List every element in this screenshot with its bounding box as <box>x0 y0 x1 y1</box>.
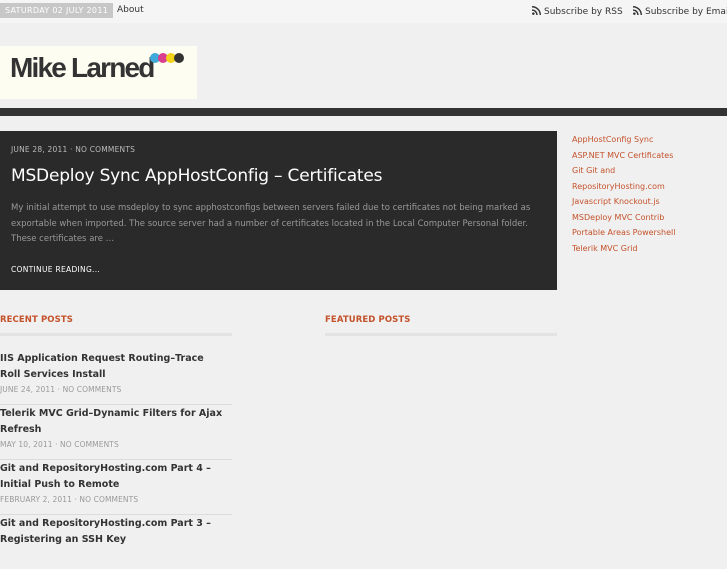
continue-reading-link[interactable]: CONTINUE READING... <box>11 265 100 274</box>
header-divider <box>0 108 727 116</box>
post-comments-link[interactable]: NO COMMENTS <box>75 145 135 154</box>
recent-post-title-link[interactable]: IIS Application Request Routing–Trace Ro… <box>0 351 225 382</box>
recent-post-meta: MAY 10, 2011 · NO COMMENTS <box>0 440 119 449</box>
featured-posts-heading: FEATURED POSTS <box>325 315 411 325</box>
recent-post-title-link[interactable]: Git and RepositoryHosting.com Part 3 – R… <box>0 516 225 547</box>
meta-separator: · <box>55 440 58 449</box>
tag-link[interactable]: Javascript Knockout.js <box>572 194 675 210</box>
recent-post-comments-link[interactable]: NO COMMENTS <box>60 440 119 449</box>
recent-post-meta: JUNE 24, 2011 · NO COMMENTS <box>0 385 121 394</box>
recent-post-title-link[interactable]: Telerik MVC Grid–Dynamic Filters for Aja… <box>0 406 225 437</box>
tag-link[interactable]: MSDeploy MVC Contrib <box>572 210 675 226</box>
post-excerpt: My initial attempt to use msdeploy to sy… <box>11 203 531 244</box>
tag-link[interactable]: Portable Areas Powershell <box>572 225 675 241</box>
recent-post-title-link[interactable]: Git and RepositoryHosting.com Part 4 – I… <box>0 461 225 492</box>
tag-link[interactable]: Telerik MVC Grid <box>572 241 675 257</box>
meta-separator: · <box>74 495 77 504</box>
subscribe-email-link[interactable]: Subscribe by Email <box>633 6 727 17</box>
recent-posts-list: IIS Application Request Routing–Trace Ro… <box>0 350 232 569</box>
logo-dots-icon <box>150 53 184 63</box>
list-item: Git and RepositoryHosting.com Part 3 – R… <box>0 515 232 569</box>
recent-post-comments-link[interactable]: NO COMMENTS <box>79 495 138 504</box>
recent-posts-rule <box>0 333 232 336</box>
subscribe-rss-link[interactable]: Subscribe by RSS <box>532 6 623 17</box>
subscribe-email-label: Subscribe by Email <box>645 7 727 17</box>
recent-post-comments-link[interactable]: NO COMMENTS <box>63 385 122 394</box>
list-item: IIS Application Request Routing–Trace Ro… <box>0 350 232 405</box>
featured-post-card: JUNE 28, 2011 · NO COMMENTS MSDeploy Syn… <box>0 131 557 290</box>
tag-link[interactable]: RepositoryHosting.com <box>572 179 675 195</box>
recent-post-date: MAY 10, 2011 <box>0 440 53 449</box>
post-title-link[interactable]: MSDeploy Sync AppHostConfig – Certificat… <box>11 166 382 186</box>
meta-separator: · <box>57 385 61 394</box>
recent-posts-heading: RECENT POSTS <box>0 315 73 325</box>
rss-icon <box>532 6 541 15</box>
post-date: JUNE 28, 2011 <box>11 145 68 154</box>
date-badge: SATURDAY 02 JULY 2011 <box>0 3 114 18</box>
meta-separator: · <box>70 145 73 154</box>
featured-posts-rule <box>325 333 557 336</box>
logo-text: Mike Larned <box>10 52 155 83</box>
site-logo[interactable]: Mike Larned <box>0 46 197 99</box>
recent-post-date: JUNE 24, 2011 <box>0 385 56 394</box>
post-meta: JUNE 28, 2011 · NO COMMENTS <box>11 145 135 154</box>
tag-link[interactable]: Git Git and <box>572 163 675 179</box>
rss-icon <box>633 6 642 15</box>
subscribe-rss-label: Subscribe by RSS <box>544 7 623 17</box>
recent-post-meta: FEBRUARY 2, 2011 · NO COMMENTS <box>0 495 138 504</box>
tag-cloud: AppHostConfig Sync ASP.NET MVC Certifica… <box>572 132 675 256</box>
tag-link[interactable]: AppHostConfig Sync <box>572 132 675 148</box>
about-link[interactable]: About <box>117 5 144 15</box>
recent-post-date: FEBRUARY 2, 2011 <box>0 495 72 504</box>
tag-link[interactable]: ASP.NET MVC Certificates <box>572 148 675 164</box>
top-bar: SATURDAY 02 JULY 2011 About Subscribe by… <box>0 0 727 23</box>
list-item: Git and RepositoryHosting.com Part 4 – I… <box>0 460 232 515</box>
list-item: Telerik MVC Grid–Dynamic Filters for Aja… <box>0 405 232 460</box>
